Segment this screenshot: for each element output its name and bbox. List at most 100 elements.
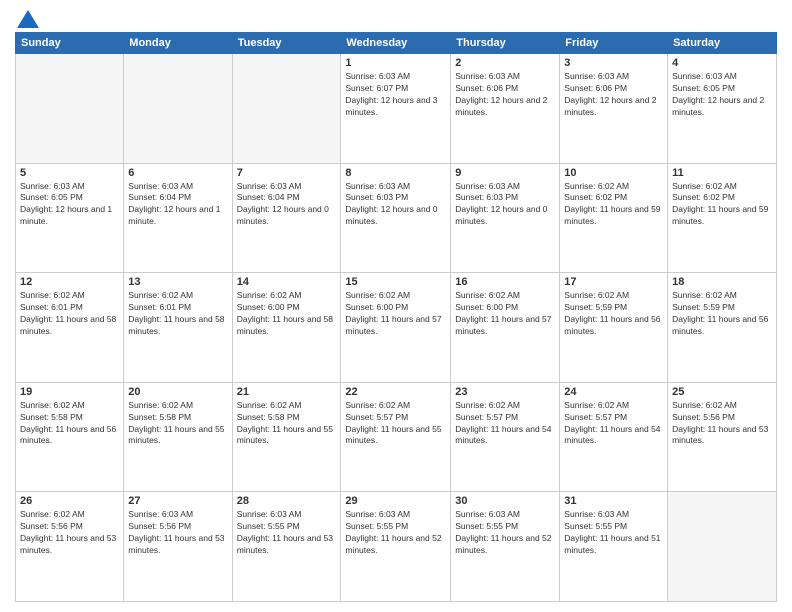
day-info: Sunrise: 6:02 AM Sunset: 6:02 PM Dayligh… (564, 181, 663, 229)
page: SundayMondayTuesdayWednesdayThursdayFrid… (0, 0, 792, 612)
day-info: Sunrise: 6:02 AM Sunset: 5:59 PM Dayligh… (564, 290, 663, 338)
day-number: 5 (20, 167, 119, 179)
day-number: 6 (128, 167, 227, 179)
weekday-header: Wednesday (341, 33, 451, 54)
calendar-cell: 25 Sunrise: 6:02 AM Sunset: 5:56 PM Dayli… (668, 382, 777, 492)
calendar-cell: 6 Sunrise: 6:03 AM Sunset: 6:04 PM Daylig… (124, 163, 232, 273)
day-number: 3 (564, 57, 663, 69)
day-info: Sunrise: 6:02 AM Sunset: 5:58 PM Dayligh… (237, 400, 337, 448)
calendar-cell (16, 54, 124, 164)
day-info: Sunrise: 6:02 AM Sunset: 6:01 PM Dayligh… (128, 290, 227, 338)
calendar-table: SundayMondayTuesdayWednesdayThursdayFrid… (15, 32, 777, 602)
calendar-cell: 13 Sunrise: 6:02 AM Sunset: 6:01 PM Dayli… (124, 273, 232, 383)
calendar-cell: 24 Sunrise: 6:02 AM Sunset: 5:57 PM Dayli… (560, 382, 668, 492)
calendar-cell: 3 Sunrise: 6:03 AM Sunset: 6:06 PM Daylig… (560, 54, 668, 164)
day-number: 8 (345, 167, 446, 179)
day-info: Sunrise: 6:02 AM Sunset: 6:00 PM Dayligh… (345, 290, 446, 338)
day-number: 22 (345, 386, 446, 398)
day-info: Sunrise: 6:03 AM Sunset: 6:04 PM Dayligh… (128, 181, 227, 229)
day-number: 15 (345, 276, 446, 288)
day-number: 23 (455, 386, 555, 398)
day-number: 20 (128, 386, 227, 398)
day-info: Sunrise: 6:02 AM Sunset: 6:00 PM Dayligh… (455, 290, 555, 338)
day-number: 25 (672, 386, 772, 398)
day-number: 29 (345, 495, 446, 507)
calendar-cell: 21 Sunrise: 6:02 AM Sunset: 5:58 PM Dayli… (232, 382, 341, 492)
day-info: Sunrise: 6:02 AM Sunset: 5:57 PM Dayligh… (564, 400, 663, 448)
day-number: 21 (237, 386, 337, 398)
calendar-cell (232, 54, 341, 164)
day-info: Sunrise: 6:02 AM Sunset: 5:56 PM Dayligh… (672, 400, 772, 448)
calendar-cell: 5 Sunrise: 6:03 AM Sunset: 6:05 PM Daylig… (16, 163, 124, 273)
day-info: Sunrise: 6:03 AM Sunset: 6:03 PM Dayligh… (345, 181, 446, 229)
calendar-cell: 11Sunrise: 6:02 AM Sunset: 6:02 PM Dayli… (668, 163, 777, 273)
weekday-header: Tuesday (232, 33, 341, 54)
calendar-cell: 28 Sunrise: 6:03 AM Sunset: 5:55 PM Dayli… (232, 492, 341, 602)
day-number: 2 (455, 57, 555, 69)
day-number: 14 (237, 276, 337, 288)
weekday-header: Friday (560, 33, 668, 54)
logo (15, 10, 39, 24)
day-info: Sunrise: 6:03 AM Sunset: 5:56 PM Dayligh… (128, 509, 227, 557)
day-number: 9 (455, 167, 555, 179)
day-info: Sunrise: 6:03 AM Sunset: 5:55 PM Dayligh… (455, 509, 555, 557)
day-number: 12 (20, 276, 119, 288)
weekday-header: Thursday (451, 33, 560, 54)
calendar-cell: 31 Sunrise: 6:03 AM Sunset: 5:55 PM Dayli… (560, 492, 668, 602)
calendar-week-row: 19 Sunrise: 6:02 AM Sunset: 5:58 PM Dayli… (16, 382, 777, 492)
day-info: Sunrise: 6:03 AM Sunset: 6:03 PM Dayligh… (455, 181, 555, 229)
calendar-cell: 18Sunrise: 6:02 AM Sunset: 5:59 PM Dayli… (668, 273, 777, 383)
day-number: 4 (672, 57, 772, 69)
logo-icon (17, 10, 39, 28)
calendar-cell: 19 Sunrise: 6:02 AM Sunset: 5:58 PM Dayli… (16, 382, 124, 492)
calendar-cell: 14 Sunrise: 6:02 AM Sunset: 6:00 PM Dayli… (232, 273, 341, 383)
day-info: Sunrise: 6:02 AM Sunset: 5:58 PM Dayligh… (128, 400, 227, 448)
day-info: Sunrise: 6:03 AM Sunset: 5:55 PM Dayligh… (237, 509, 337, 557)
calendar-cell: 1 Sunrise: 6:03 AM Sunset: 6:07 PM Daylig… (341, 54, 451, 164)
day-info: Sunrise: 6:03 AM Sunset: 6:04 PM Dayligh… (237, 181, 337, 229)
day-number: 18 (672, 276, 772, 288)
calendar-cell (124, 54, 232, 164)
day-number: 13 (128, 276, 227, 288)
day-info: Sunrise: 6:03 AM Sunset: 5:55 PM Dayligh… (345, 509, 446, 557)
calendar-cell: 16 Sunrise: 6:02 AM Sunset: 6:00 PM Dayli… (451, 273, 560, 383)
day-info: Sunrise: 6:02 AM Sunset: 5:57 PM Dayligh… (455, 400, 555, 448)
calendar-cell: 22 Sunrise: 6:02 AM Sunset: 5:57 PM Dayli… (341, 382, 451, 492)
day-number: 28 (237, 495, 337, 507)
calendar-cell: 26 Sunrise: 6:02 AM Sunset: 5:56 PM Dayli… (16, 492, 124, 602)
day-number: 10 (564, 167, 663, 179)
day-info: Sunrise: 6:02 AM Sunset: 6:01 PM Dayligh… (20, 290, 119, 338)
day-info: Sunrise: 6:03 AM Sunset: 5:55 PM Dayligh… (564, 509, 663, 557)
day-info: Sunrise: 6:02 AM Sunset: 6:00 PM Dayligh… (237, 290, 337, 338)
day-info: Sunrise: 6:02 AM Sunset: 5:57 PM Dayligh… (345, 400, 446, 448)
calendar-cell: 23 Sunrise: 6:02 AM Sunset: 5:57 PM Dayli… (451, 382, 560, 492)
calendar-cell: 8 Sunrise: 6:03 AM Sunset: 6:03 PM Daylig… (341, 163, 451, 273)
calendar-cell: 7 Sunrise: 6:03 AM Sunset: 6:04 PM Daylig… (232, 163, 341, 273)
day-info: Sunrise: 6:03 AM Sunset: 6:05 PM Dayligh… (20, 181, 119, 229)
day-number: 19 (20, 386, 119, 398)
calendar-cell: 29 Sunrise: 6:03 AM Sunset: 5:55 PM Dayli… (341, 492, 451, 602)
day-info: Sunrise: 6:03 AM Sunset: 6:06 PM Dayligh… (564, 71, 663, 119)
day-number: 24 (564, 386, 663, 398)
day-info: Sunrise: 6:02 AM Sunset: 5:56 PM Dayligh… (20, 509, 119, 557)
day-number: 27 (128, 495, 227, 507)
calendar-cell (668, 492, 777, 602)
day-info: Sunrise: 6:02 AM Sunset: 5:58 PM Dayligh… (20, 400, 119, 448)
calendar-cell: 30Sunrise: 6:03 AM Sunset: 5:55 PM Dayli… (451, 492, 560, 602)
calendar-cell: 12 Sunrise: 6:02 AM Sunset: 6:01 PM Dayli… (16, 273, 124, 383)
weekday-header: Monday (124, 33, 232, 54)
day-number: 26 (20, 495, 119, 507)
day-number: 1 (345, 57, 446, 69)
calendar-cell: 15 Sunrise: 6:02 AM Sunset: 6:00 PM Dayli… (341, 273, 451, 383)
weekday-header: Saturday (668, 33, 777, 54)
day-number: 11 (672, 167, 772, 179)
calendar-cell: 10 Sunrise: 6:02 AM Sunset: 6:02 PM Dayli… (560, 163, 668, 273)
calendar-cell: 20 Sunrise: 6:02 AM Sunset: 5:58 PM Dayli… (124, 382, 232, 492)
day-number: 31 (564, 495, 663, 507)
calendar-cell: 2Sunrise: 6:03 AM Sunset: 6:06 PM Daylig… (451, 54, 560, 164)
day-info: Sunrise: 6:03 AM Sunset: 6:07 PM Dayligh… (345, 71, 446, 119)
day-number: 16 (455, 276, 555, 288)
day-number: 7 (237, 167, 337, 179)
calendar-week-row: 26 Sunrise: 6:02 AM Sunset: 5:56 PM Dayli… (16, 492, 777, 602)
day-number: 17 (564, 276, 663, 288)
